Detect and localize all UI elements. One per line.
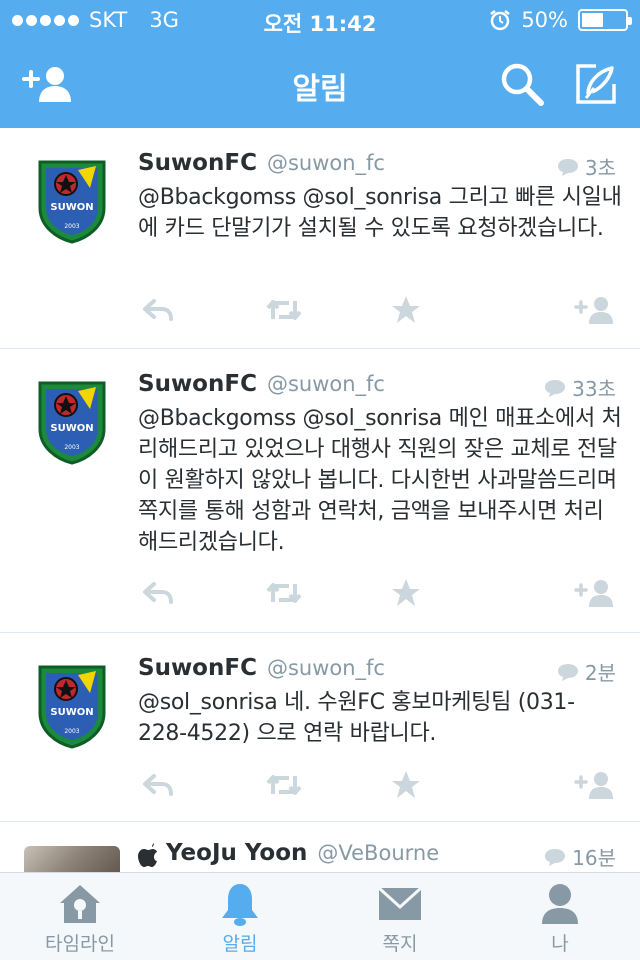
svg-text:2003: 2003 [64,728,79,735]
star-icon [392,771,420,798]
retweet-icon [266,775,302,795]
user-name[interactable]: SuwonFC [138,655,257,681]
bell-icon [222,884,258,926]
tweet-header: YeoJu Yoon @VeBourne 16분 [138,840,616,870]
user-handle[interactable]: @suwon_fc [267,656,385,680]
suwon-fc-logo: SUWON 2003 [38,160,106,244]
follow-button[interactable] [572,575,618,611]
reply-icon [143,774,173,796]
suwon-fc-logo: SUWON 2003 [38,665,106,749]
header: SKT 3G 오전 11:42 50% 알림 [0,0,640,128]
add-user-icon [574,772,613,799]
tweet-text: @Bbackgomss @sol_sonrisa 메인 매표소에서 처리해드리고… [138,406,622,555]
user-handle[interactable]: @suwon_fc [267,151,385,175]
tweet-actions [138,767,616,803]
add-user-icon [574,580,613,607]
battery-percent: 50% [521,8,568,32]
user-handle[interactable]: @VeBourne [317,841,439,865]
reply-icon [143,582,173,604]
tweet-actions [138,575,616,611]
star-icon [392,296,420,323]
search-icon [501,63,544,106]
reply-button[interactable] [138,575,178,611]
tweet-item[interactable]: SUWON 2003 SuwonFC @suwon_fc 2분 @sol_son… [0,633,640,822]
favorite-button[interactable] [386,292,426,328]
tweet-header: SuwonFC @suwon_fc 33초 [138,371,616,401]
tweet-text: @sol_sonrisa 네. 수원FC 홍보마케팅팀 (031-228-452… [138,690,575,746]
retweet-button[interactable] [264,292,304,328]
retweet-icon [266,583,302,603]
search-button[interactable] [494,60,550,108]
tab-label: 나 [551,933,569,955]
notifications-feed[interactable]: SUWON 2003 SuwonFC @suwon_fc 3초 @Bbackgo… [0,128,640,872]
tweet-text: @Bbackgomss @sol_sonrisa 그리고 빠른 시일내에 카드 … [138,185,622,241]
tweet-item[interactable]: SUWON 2003 SuwonFC @suwon_fc 3초 @Bbackgo… [0,128,640,349]
add-user-icon [574,297,613,324]
favorite-button[interactable] [386,767,426,803]
apple-icon [138,843,157,867]
status-bar: SKT 3G 오전 11:42 50% [0,0,640,40]
tab-bar: 타임라인 알림 쪽지 나 [0,872,640,960]
tab-label: 알림 [222,933,258,955]
alarm-icon [490,10,511,31]
avatar[interactable]: SUWON 2003 [36,379,108,465]
svg-text:SUWON: SUWON [50,202,93,213]
home-icon [60,885,100,923]
tweet-item[interactable]: SUWON 2003 SuwonFC @suwon_fc 33초 @Bbackg… [0,349,640,633]
suwon-fc-logo: SUWON 2003 [38,381,106,465]
reply-button[interactable] [138,767,178,803]
tab-me[interactable]: 나 [480,873,640,960]
svg-text:2003: 2003 [64,444,79,451]
person-icon [542,884,578,924]
user-handle[interactable]: @suwon_fc [267,372,385,396]
reply-bubble-icon [545,379,566,397]
avatar[interactable]: SUWON 2003 [36,663,108,749]
tab-timeline[interactable]: 타임라인 [0,873,160,960]
follow-button[interactable] [572,292,618,328]
battery-icon [578,9,632,31]
svg-text:2003: 2003 [64,223,79,230]
tweet-time: 16분 [544,842,616,871]
tweet-header: SuwonFC @suwon_fc 3초 [138,150,616,180]
retweet-button[interactable] [264,767,304,803]
tweet-time: 3초 [557,152,616,181]
tweet-item[interactable]: YeoJu Yoon @VeBourne 16분 [0,822,640,872]
reply-bubble-icon [545,848,566,866]
tab-notifications[interactable]: 알림 [160,873,320,960]
svg-text:SUWON: SUWON [50,707,93,718]
retweet-icon [266,300,302,320]
tweet-time: 2분 [557,657,616,686]
tweet-time: 33초 [544,373,616,402]
favorite-button[interactable] [386,575,426,611]
status-right: 50% [489,8,632,32]
tweet-actions [138,292,616,328]
user-name[interactable]: SuwonFC [138,371,257,397]
user-name[interactable]: YeoJu Yoon [166,840,307,866]
follow-button[interactable] [572,767,618,803]
tab-label: 타임라인 [45,933,115,955]
reply-button[interactable] [138,292,178,328]
reply-bubble-icon [557,158,578,176]
tab-label: 쪽지 [382,933,418,955]
user-name[interactable]: SuwonFC [138,150,257,176]
avatar[interactable] [24,846,120,872]
tweet-header: SuwonFC @suwon_fc 2분 [138,655,616,685]
nav-bar: 알림 [0,40,640,128]
star-icon [392,579,420,606]
reply-icon [143,299,173,321]
compose-button[interactable] [568,60,624,108]
retweet-button[interactable] [264,575,304,611]
tab-messages[interactable]: 쪽지 [320,873,480,960]
svg-text:SUWON: SUWON [50,423,93,434]
reply-bubble-icon [557,663,578,681]
avatar[interactable]: SUWON 2003 [36,158,108,244]
compose-icon [576,64,616,104]
envelope-icon [378,887,422,920]
